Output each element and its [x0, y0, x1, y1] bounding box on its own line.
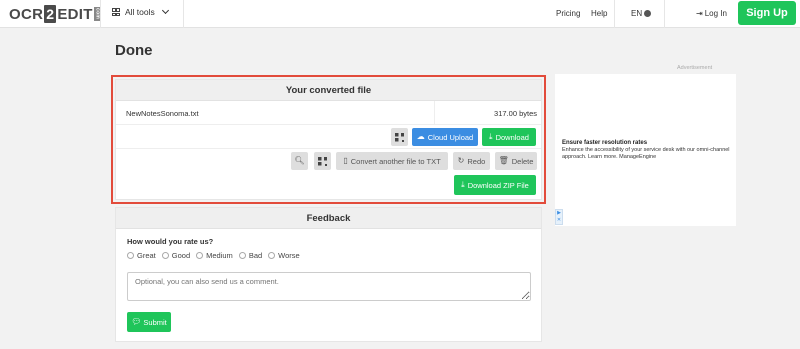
ad-title: Ensure faster resolution rates — [562, 140, 648, 146]
chevron-down-icon — [161, 6, 169, 15]
nav-divider — [100, 0, 101, 28]
rating-label: Good — [171, 251, 191, 260]
qr-code-icon — [318, 156, 327, 166]
rating-option-worse[interactable]: Worse — [268, 251, 300, 260]
cloud-upload-button[interactable]: ☁ Cloud Upload — [412, 128, 478, 146]
feedback-heading: Feedback — [116, 208, 541, 229]
site-logo[interactable]: OCR 2 EDIT com — [9, 4, 101, 24]
logo-text-mid: 2 — [44, 5, 57, 23]
cloud-upload-label: Cloud Upload — [427, 132, 474, 142]
grid-icon — [112, 8, 120, 16]
search-icon: 🔍︎ — [294, 156, 305, 165]
file-name: NewNotesSonoma.txt — [126, 109, 199, 118]
nav-divider — [183, 0, 184, 28]
search-button[interactable]: 🔍︎ — [291, 152, 308, 170]
signup-button[interactable]: Sign Up — [738, 1, 796, 25]
file-size: 317.00 bytes — [494, 109, 537, 118]
redo-icon: ↻ — [457, 156, 465, 165]
radio-button[interactable] — [196, 252, 204, 259]
rating-question: How would you rate us? — [127, 237, 214, 246]
radio-button[interactable] — [161, 252, 169, 259]
radio-button[interactable] — [127, 252, 134, 259]
redo-button[interactable]: ↻ Redo — [453, 152, 490, 170]
all-tools-menu[interactable]: All tools — [112, 6, 169, 17]
rating-option-bad[interactable]: Bad — [238, 251, 263, 260]
help-link[interactable]: Help — [591, 9, 607, 18]
globe-icon — [644, 10, 652, 17]
feedback-panel: Feedback How would you rate us? Great Go… — [115, 207, 542, 342]
file-actions-row: ☁ Cloud Upload ⤓ Download — [116, 125, 541, 149]
download-zip-button[interactable]: ⤓ Download ZIP File — [454, 175, 536, 195]
qr-code-button[interactable] — [314, 152, 331, 170]
top-navigation-bar: OCR 2 EDIT com All tools Pricing Help EN… — [0, 0, 800, 28]
radio-button[interactable] — [238, 252, 246, 259]
pricing-link[interactable]: Pricing — [556, 9, 580, 18]
rating-options: Great Good Medium Bad Worse — [127, 251, 300, 260]
radio-button[interactable] — [268, 252, 276, 259]
ad-choices-icon[interactable]: ▶ ✕ — [555, 209, 563, 225]
file-row-divider — [434, 101, 435, 125]
chat-icon: 💬︎ — [131, 317, 142, 326]
submit-button[interactable]: 💬︎ Submit — [127, 312, 171, 332]
qr-code-button[interactable] — [391, 128, 408, 146]
logo-text-right: EDIT — [57, 5, 93, 23]
rating-label: Worse — [278, 251, 300, 260]
more-actions-row: 🔍︎ ▯ Convert another file to TXT ↻ Redo … — [116, 149, 541, 199]
rating-label: Medium — [206, 251, 233, 260]
login-link[interactable]: ⇥ Log In — [696, 9, 727, 18]
all-tools-label: All tools — [125, 7, 155, 17]
advertisement-box[interactable]: Ensure faster resolution rates Enhance t… — [555, 74, 736, 226]
download-zip-label: Download ZIP File — [467, 180, 529, 190]
rating-label: Bad — [248, 251, 263, 260]
login-label: Log In — [704, 9, 727, 18]
rating-label: Great — [137, 251, 156, 260]
redo-label: Redo — [467, 156, 486, 166]
rating-option-medium[interactable]: Medium — [196, 251, 233, 260]
file-icon: ▯ — [343, 156, 348, 165]
converted-file-panel: Your converted file NewNotesSonoma.txt 3… — [115, 79, 542, 200]
convert-another-label: Convert another file to TXT — [350, 156, 441, 166]
logo-text-left: OCR — [9, 5, 44, 23]
ad-text: Enhance the accessibility of your servic… — [562, 147, 730, 160]
nav-divider — [664, 0, 665, 28]
download-button[interactable]: ⤓ Download — [482, 128, 536, 146]
convert-another-button[interactable]: ▯ Convert another file to TXT — [336, 152, 448, 170]
nav-divider — [614, 0, 615, 28]
delete-button[interactable]: 🗑︎ Delete — [495, 152, 537, 170]
comment-textarea[interactable] — [127, 272, 531, 301]
submit-label: Submit — [143, 317, 167, 327]
login-icon: ⇥ — [696, 9, 703, 18]
cloud-upload-icon: ☁ — [416, 132, 425, 141]
download-icon: ⤓ — [489, 132, 493, 141]
advertisement-label: Advertisement — [677, 65, 713, 71]
rating-option-great[interactable]: Great — [127, 251, 156, 260]
download-label: Download — [495, 132, 529, 142]
rating-option-good[interactable]: Good — [161, 251, 191, 260]
language-selector[interactable]: EN — [631, 9, 652, 18]
page-title: Done — [115, 42, 153, 59]
converted-file-heading: Your converted file — [116, 80, 541, 101]
trash-icon: 🗑︎ — [498, 156, 509, 165]
file-row: NewNotesSonoma.txt 317.00 bytes — [116, 101, 541, 125]
language-label: EN — [631, 9, 643, 18]
qr-code-icon — [395, 132, 404, 142]
delete-label: Delete — [511, 156, 534, 166]
download-icon: ⤓ — [461, 180, 465, 189]
